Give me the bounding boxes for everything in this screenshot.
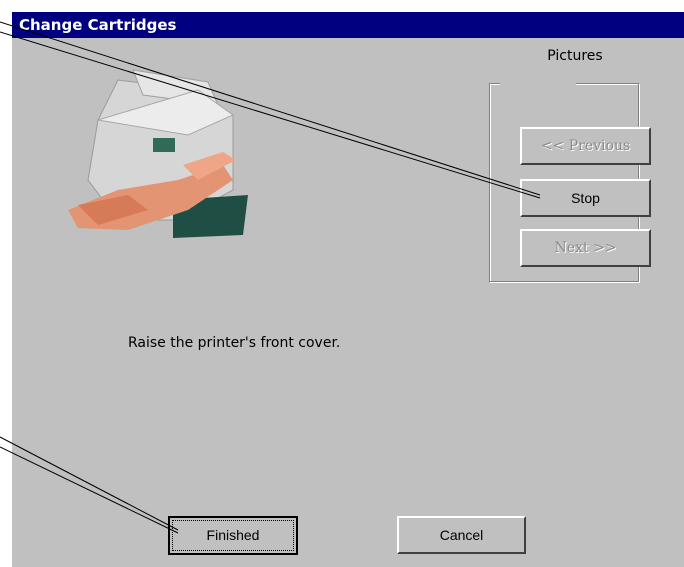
next-button[interactable]: Next >> (520, 229, 651, 267)
instruction-text: Raise the printer's front cover. (128, 335, 341, 351)
finished-button[interactable]: Finished (168, 516, 298, 555)
dialog-title: Change Cartridges (12, 12, 684, 38)
stop-button[interactable]: Stop (520, 179, 651, 217)
finished-button-label: Finished (206, 527, 260, 543)
printer-illustration (68, 69, 248, 238)
pictures-group-label: Pictures (547, 48, 603, 64)
cancel-button[interactable]: Cancel (397, 516, 526, 554)
previous-button[interactable]: << Previous (520, 127, 651, 165)
